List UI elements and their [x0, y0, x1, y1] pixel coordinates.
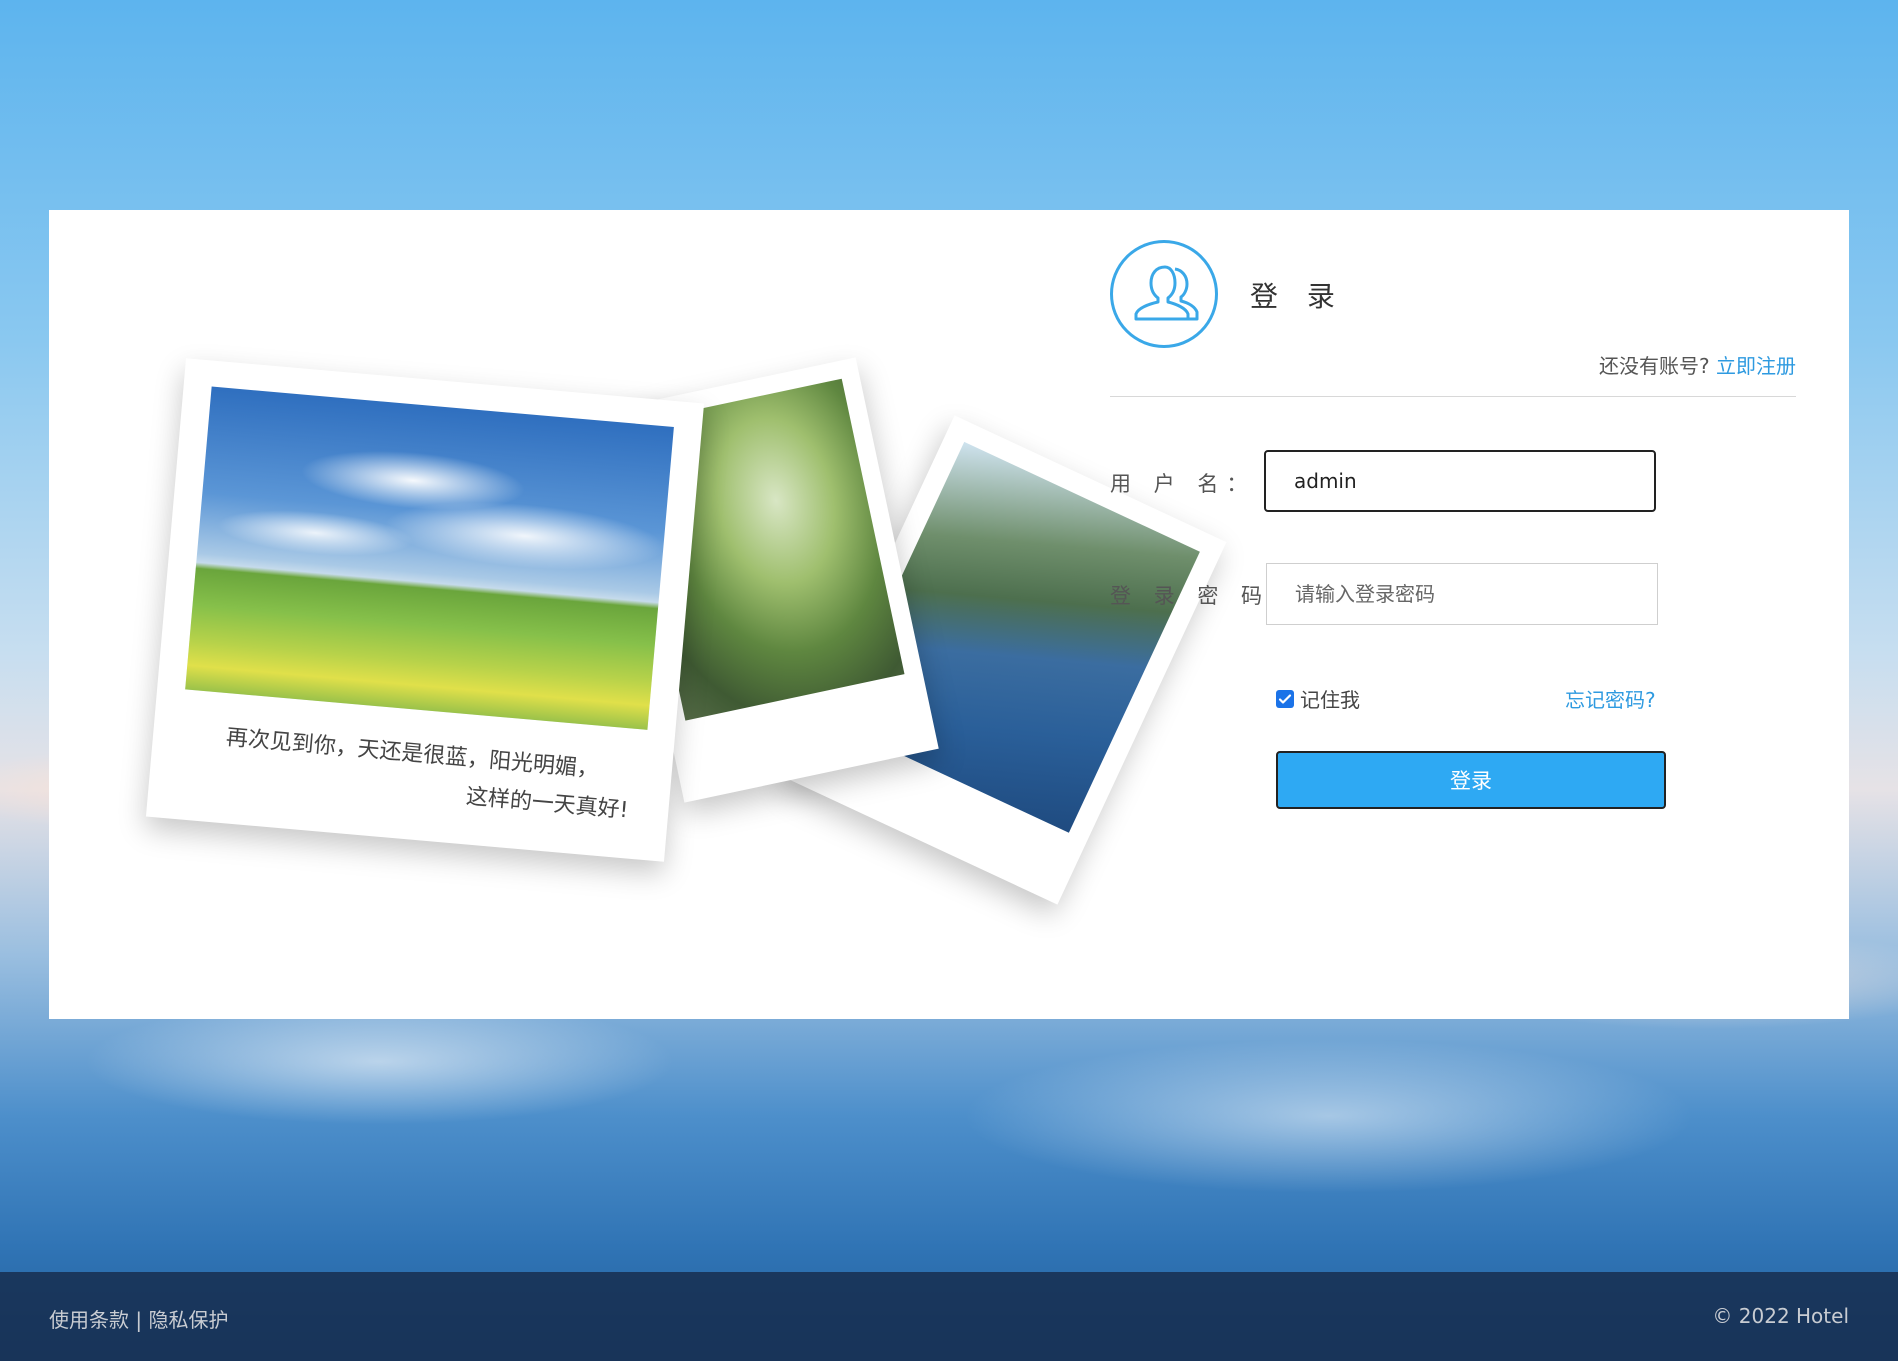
users-icon [1110, 240, 1218, 348]
register-prompt: 还没有账号? 立即注册 [1599, 350, 1796, 379]
header-divider [1110, 396, 1796, 397]
no-account-text: 还没有账号? [1599, 354, 1710, 378]
password-input[interactable] [1266, 563, 1658, 625]
footer-links: 使用条款 | 隐私保护 [49, 1304, 228, 1333]
terms-link[interactable]: 使用条款 [49, 1308, 129, 1332]
privacy-link[interactable]: 隐私保护 [148, 1308, 228, 1332]
login-button[interactable]: 登录 [1276, 751, 1666, 809]
footer: 使用条款 | 隐私保护 © 2022 Hotel [0, 1272, 1898, 1361]
checkmark-icon [1278, 693, 1292, 704]
copyright: © 2022 Hotel [1712, 1304, 1849, 1328]
photo-landscape-image [185, 386, 674, 730]
photo-caption: 再次见到你，天还是很蓝，阳光明媚， 这样的一天真好! [178, 715, 643, 831]
forgot-password-link[interactable]: 忘记密码? [1565, 684, 1656, 713]
remember-me[interactable]: 记住我 [1276, 684, 1360, 713]
photo-landscape: 再次见到你，天还是很蓝，阳光明媚， 这样的一天真好! [145, 358, 705, 862]
footer-separator: | [135, 1308, 143, 1332]
username-input[interactable] [1264, 450, 1656, 512]
login-title: 登 录 [1250, 280, 1345, 313]
register-link[interactable]: 立即注册 [1716, 354, 1796, 378]
username-label: 用 户 名： [1110, 472, 1256, 496]
remember-label: 记住我 [1300, 688, 1360, 712]
remember-checkbox[interactable] [1276, 689, 1294, 708]
